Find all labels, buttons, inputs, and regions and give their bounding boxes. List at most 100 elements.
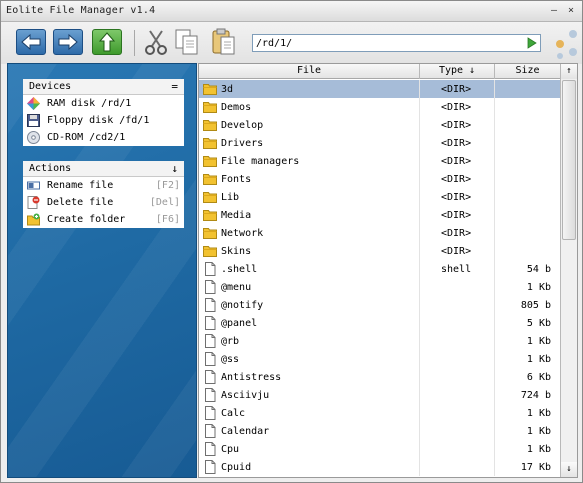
minimize-button[interactable]: – — [548, 5, 560, 17]
file-row[interactable]: Fonts <DIR> — [199, 170, 561, 188]
action-label: Rename file — [47, 180, 114, 191]
devices-panel: Devices = RAM disk /rd/1 Floppy disk /fd… — [23, 79, 184, 146]
file-row[interactable]: Develop <DIR> — [199, 116, 561, 134]
file-row[interactable]: File managers <DIR> — [199, 152, 561, 170]
file-name: Fonts — [221, 174, 252, 185]
scroll-thumb[interactable] — [562, 80, 576, 240]
folder-icon — [203, 156, 217, 167]
file-row[interactable]: 3d <DIR> — [199, 80, 561, 98]
file-row[interactable]: @menu 1 Kb — [199, 278, 561, 296]
paste-button[interactable] — [210, 27, 238, 57]
file-row[interactable]: Drivers <DIR> — [199, 134, 561, 152]
title-bar[interactable]: Eolite File Manager v1.4 – × — [1, 1, 582, 22]
devices-panel-header[interactable]: Devices = — [23, 79, 184, 95]
file-type: <DIR> — [441, 120, 472, 131]
file-size: 1 Kb — [526, 354, 551, 365]
file-name: Drivers — [221, 138, 264, 149]
file-name: @ss — [221, 354, 240, 365]
file-size: 1 Kb — [526, 444, 551, 455]
close-button[interactable]: × — [565, 5, 577, 17]
file-size: 1 Kb — [526, 336, 551, 347]
folder-icon — [203, 138, 217, 149]
vertical-scrollbar[interactable]: ↑ ↓ — [560, 64, 577, 477]
scroll-down-button[interactable]: ↓ — [561, 462, 577, 477]
cut-button[interactable] — [142, 27, 170, 57]
file-icon — [205, 370, 216, 384]
copy-button[interactable] — [173, 27, 201, 57]
file-icon — [205, 334, 216, 348]
actions-panel-header[interactable]: Actions ↓ — [23, 161, 184, 177]
file-row[interactable]: Media <DIR> — [199, 206, 561, 224]
back-button[interactable] — [16, 29, 46, 55]
file-row[interactable]: @ss 1 Kb — [199, 350, 561, 368]
folder-icon — [203, 192, 217, 203]
file-row[interactable]: @notify 805 b — [199, 296, 561, 314]
cdrom-icon — [27, 131, 40, 144]
toolbar-separator — [134, 30, 135, 56]
file-name: Antistress — [221, 372, 282, 383]
column-header-size[interactable]: Size — [495, 64, 561, 79]
file-size: 5 Kb — [526, 318, 551, 329]
go-button[interactable] — [524, 36, 539, 50]
file-row[interactable]: .shell shell 54 b — [199, 260, 561, 278]
file-name: Calendar — [221, 426, 270, 437]
file-row[interactable]: Network <DIR> — [199, 224, 561, 242]
file-type: <DIR> — [441, 228, 472, 239]
actions-collapse-button[interactable]: ↓ — [171, 162, 178, 175]
device-item-ram-disk[interactable]: RAM disk /rd/1 — [23, 95, 184, 112]
file-size: 1 Kb — [526, 282, 551, 293]
folder-icon — [203, 210, 217, 221]
device-item-floppy[interactable]: Floppy disk /fd/1 — [23, 112, 184, 129]
delete-file-icon — [27, 196, 40, 209]
file-type: <DIR> — [441, 174, 472, 185]
file-row[interactable]: Antistress 6 Kb — [199, 368, 561, 386]
column-header-file[interactable]: File — [199, 64, 420, 79]
file-icon — [205, 442, 216, 456]
file-name: Asciivju — [221, 390, 270, 401]
file-name: Media — [221, 210, 252, 221]
file-name: @rb — [221, 336, 240, 347]
file-icon — [205, 316, 216, 330]
scroll-up-button[interactable]: ↑ — [561, 64, 577, 79]
file-type: shell — [441, 264, 472, 275]
file-icon — [205, 352, 216, 366]
file-size: 1 Kb — [526, 408, 551, 419]
file-name: 3d — [221, 84, 234, 95]
file-type: <DIR> — [441, 156, 472, 167]
paste-icon — [212, 28, 235, 55]
file-icon — [205, 262, 216, 276]
forward-button[interactable] — [53, 29, 83, 55]
path-input[interactable] — [256, 37, 521, 50]
file-size: 1 Kb — [526, 426, 551, 437]
column-header-type[interactable]: Type ↓ — [420, 64, 495, 79]
action-delete-file[interactable]: Delete file [Del] — [23, 194, 184, 211]
file-name: @menu — [221, 282, 252, 293]
file-row[interactable]: Skins <DIR> — [199, 242, 561, 260]
file-type: <DIR> — [441, 102, 472, 113]
file-row[interactable]: Demos <DIR> — [199, 98, 561, 116]
file-type: <DIR> — [441, 84, 472, 95]
file-row[interactable]: Calendar 1 Kb — [199, 422, 561, 440]
folder-icon — [203, 174, 217, 185]
device-label: Floppy disk /fd/1 — [47, 115, 150, 126]
up-button[interactable] — [92, 29, 122, 55]
file-size: 54 b — [526, 264, 551, 275]
file-row[interactable]: Cpu 1 Kb — [199, 440, 561, 458]
action-create-folder[interactable]: Create folder [F6] — [23, 211, 184, 228]
file-list: File Type ↓ Size 3d <DIR> Demos <DIR> Develo… — [198, 63, 578, 478]
devices-collapse-button[interactable]: = — [171, 80, 178, 93]
file-row[interactable]: Asciivju 724 b — [199, 386, 561, 404]
address-bar — [252, 34, 541, 52]
file-size: 6 Kb — [526, 372, 551, 383]
file-row[interactable]: @rb 1 Kb — [199, 332, 561, 350]
file-row[interactable]: Calc 1 Kb — [199, 404, 561, 422]
action-rename-file[interactable]: Rename file [F2] — [23, 177, 184, 194]
file-row[interactable]: @panel 5 Kb — [199, 314, 561, 332]
file-icon — [205, 298, 216, 312]
play-icon — [527, 37, 537, 49]
file-row[interactable]: Cpuid 17 Kb — [199, 458, 561, 476]
device-item-cdrom[interactable]: CD-ROM /cd2/1 — [23, 129, 184, 146]
actions-panel-title: Actions — [29, 163, 72, 174]
file-name: @notify — [221, 300, 264, 311]
file-row[interactable]: Lib <DIR> — [199, 188, 561, 206]
